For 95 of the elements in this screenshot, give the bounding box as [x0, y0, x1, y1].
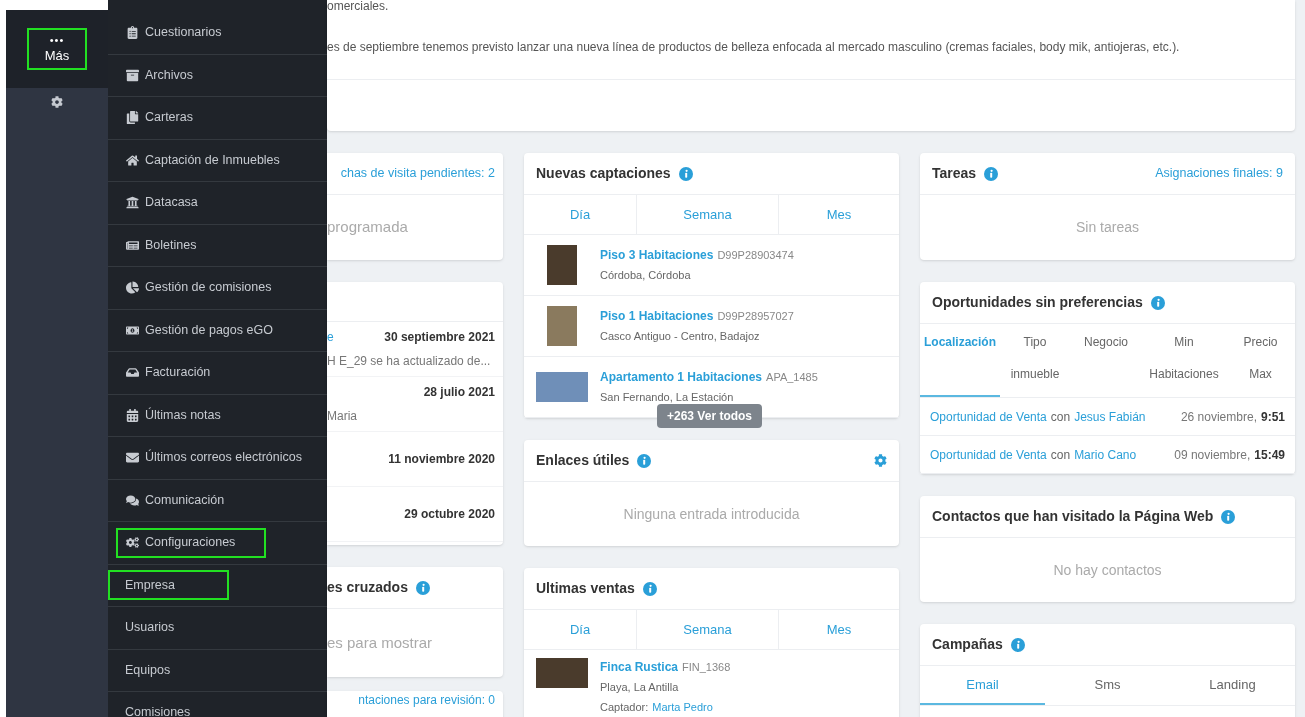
- info-icon[interactable]: [1150, 295, 1165, 310]
- newspaper-icon: [126, 238, 139, 252]
- photo-placeholder: [547, 245, 577, 285]
- menu-item[interactable]: Facturación: [116, 357, 266, 388]
- menu-item[interactable]: Últimas notas: [116, 400, 266, 431]
- connector-text: con: [1050, 446, 1071, 464]
- info-icon[interactable]: [678, 166, 693, 181]
- card-title: Nuevas captaciones: [536, 164, 671, 183]
- empty-message: No hay contactos: [1053, 560, 1162, 580]
- column-tab[interactable]: Tipo inmueble: [1000, 324, 1070, 397]
- card-title: Tareas: [932, 164, 977, 183]
- menu-item[interactable]: Gestión de comisiones: [116, 272, 282, 303]
- gears-icon: [126, 536, 139, 550]
- info-icon[interactable]: [1221, 509, 1236, 524]
- settings-icon[interactable]: [51, 96, 63, 108]
- info-icon[interactable]: [642, 581, 657, 596]
- bank-icon: [126, 196, 139, 210]
- campaign-tab[interactable]: Sms: [1045, 666, 1170, 705]
- card-title: Ultimas ventas: [536, 579, 635, 598]
- menu-item[interactable]: Gestión de pagos eGO: [116, 315, 283, 346]
- notice-text: omerciales.: [327, 0, 390, 12]
- notice-text: es de septiembre tenemos previsto lanzar una nueva línea de productos de belleza enfocada al mercado masculino (cremas faciales, body mik, antiojeras, etc.).: [327, 39, 1181, 56]
- update-text: Maria: [327, 408, 358, 425]
- empty-message: es para mostrar: [327, 632, 433, 653]
- menu-item[interactable]: Configuraciones: [116, 527, 266, 558]
- clipboard-icon: [126, 26, 139, 40]
- menu-item[interactable]: Carteras: [116, 102, 266, 133]
- card-title: Contactos que han visitado la Página Web: [932, 507, 1214, 526]
- contact-link[interactable]: Mario Cano: [1074, 445, 1137, 464]
- period-tab[interactable]: Semana: [637, 195, 779, 234]
- update-date: 11 noviembre 2020: [388, 451, 495, 468]
- dots-icon: •••: [49, 34, 65, 48]
- contact-link[interactable]: Jesus Fabián: [1074, 407, 1146, 426]
- listing-location: San Fernando, La Estación: [600, 390, 735, 406]
- column-tab[interactable]: Negocio: [1070, 324, 1142, 397]
- photo-placeholder: [536, 658, 588, 688]
- pie-chart-icon: [126, 281, 139, 295]
- listing-location: Casco Antiguo - Centro, Badajoz: [600, 329, 761, 345]
- listing-reference: D99P28957027: [717, 309, 794, 325]
- opportunity-time: 15:49: [1254, 446, 1285, 464]
- menu-item[interactable]: Captación de Inmuebles: [116, 145, 290, 176]
- card-title: Oportunidades sin preferencias: [932, 293, 1143, 312]
- house-icon: [126, 153, 139, 167]
- menu-item[interactable]: Últimos correos electrónicos: [116, 442, 312, 473]
- column-tab[interactable]: Precio Max: [1226, 324, 1295, 397]
- campaign-tab[interactable]: Landing: [1170, 666, 1295, 705]
- period-tab[interactable]: Mes: [779, 195, 899, 234]
- menu-item[interactable]: Empresa: [108, 570, 229, 601]
- info-icon[interactable]: [1010, 637, 1025, 652]
- inbox-icon: [126, 366, 139, 380]
- listing-reference: D99P28903474: [717, 248, 794, 264]
- empty-message: programada: [327, 217, 408, 238]
- info-icon[interactable]: [984, 166, 999, 181]
- update-date: 28 julio 2021: [423, 384, 495, 401]
- period-tab[interactable]: Mes: [779, 610, 899, 649]
- card-title: Campañas: [932, 635, 1003, 654]
- copies-icon: [126, 111, 139, 125]
- update-date: 29 octubre 2020: [404, 506, 495, 523]
- menu-item[interactable]: Cuestionarios: [116, 17, 266, 48]
- view-all-button[interactable]: +263 Ver todos: [657, 404, 763, 428]
- column-tab[interactable]: Min Habitaciones: [1142, 324, 1226, 397]
- menu-item[interactable]: Datacasa: [116, 187, 266, 218]
- more-button[interactable]: ••• Más: [27, 28, 87, 70]
- calendar-icon: [126, 408, 139, 422]
- card-title: Enlaces útiles: [536, 451, 630, 470]
- listing-location: Córdoba, Córdoba: [600, 268, 692, 284]
- info-icon[interactable]: [415, 580, 430, 595]
- envelope-icon: [126, 451, 139, 465]
- info-icon[interactable]: [637, 453, 652, 468]
- card-title: es cruzados: [327, 578, 408, 597]
- photo-placeholder: [547, 306, 577, 346]
- more-label: Más: [44, 47, 70, 64]
- menu-item[interactable]: Archivos: [116, 60, 266, 91]
- agent-link[interactable]: Marta Pedro: [652, 698, 713, 715]
- photo-placeholder: [536, 372, 588, 402]
- menu-item[interactable]: Boletines: [116, 230, 266, 261]
- chat-icon: [126, 493, 139, 507]
- listing-location: Playa, La Antilla: [600, 680, 680, 695]
- connector-text: con: [1050, 408, 1071, 426]
- menu-item[interactable]: Equipos: [108, 655, 229, 686]
- menu-item[interactable]: Comunicación: [116, 485, 266, 516]
- empty-message: Ninguna entrada introducida: [623, 504, 800, 524]
- opportunity-date: 09 noviembre,: [1174, 446, 1251, 464]
- opportunity-date: 26 noviembre,: [1180, 408, 1257, 426]
- opportunity-time: 9:51: [1260, 408, 1285, 426]
- listing-reference: APA_1485: [766, 370, 818, 386]
- period-tab[interactable]: Semana: [637, 610, 779, 649]
- listing-reference: FIN_1368: [682, 660, 731, 675]
- empty-message: Sin tareas: [1075, 218, 1139, 237]
- update-date: 30 septiembre 2021: [384, 329, 495, 346]
- archive-box-icon: [126, 68, 139, 82]
- update-text: H E_29 se ha actualizado de...: [327, 353, 492, 370]
- menu-item[interactable]: Comisiones: [108, 697, 229, 717]
- menu-item[interactable]: Usuarios: [108, 612, 229, 643]
- agent-label: Captador:: [600, 699, 649, 715]
